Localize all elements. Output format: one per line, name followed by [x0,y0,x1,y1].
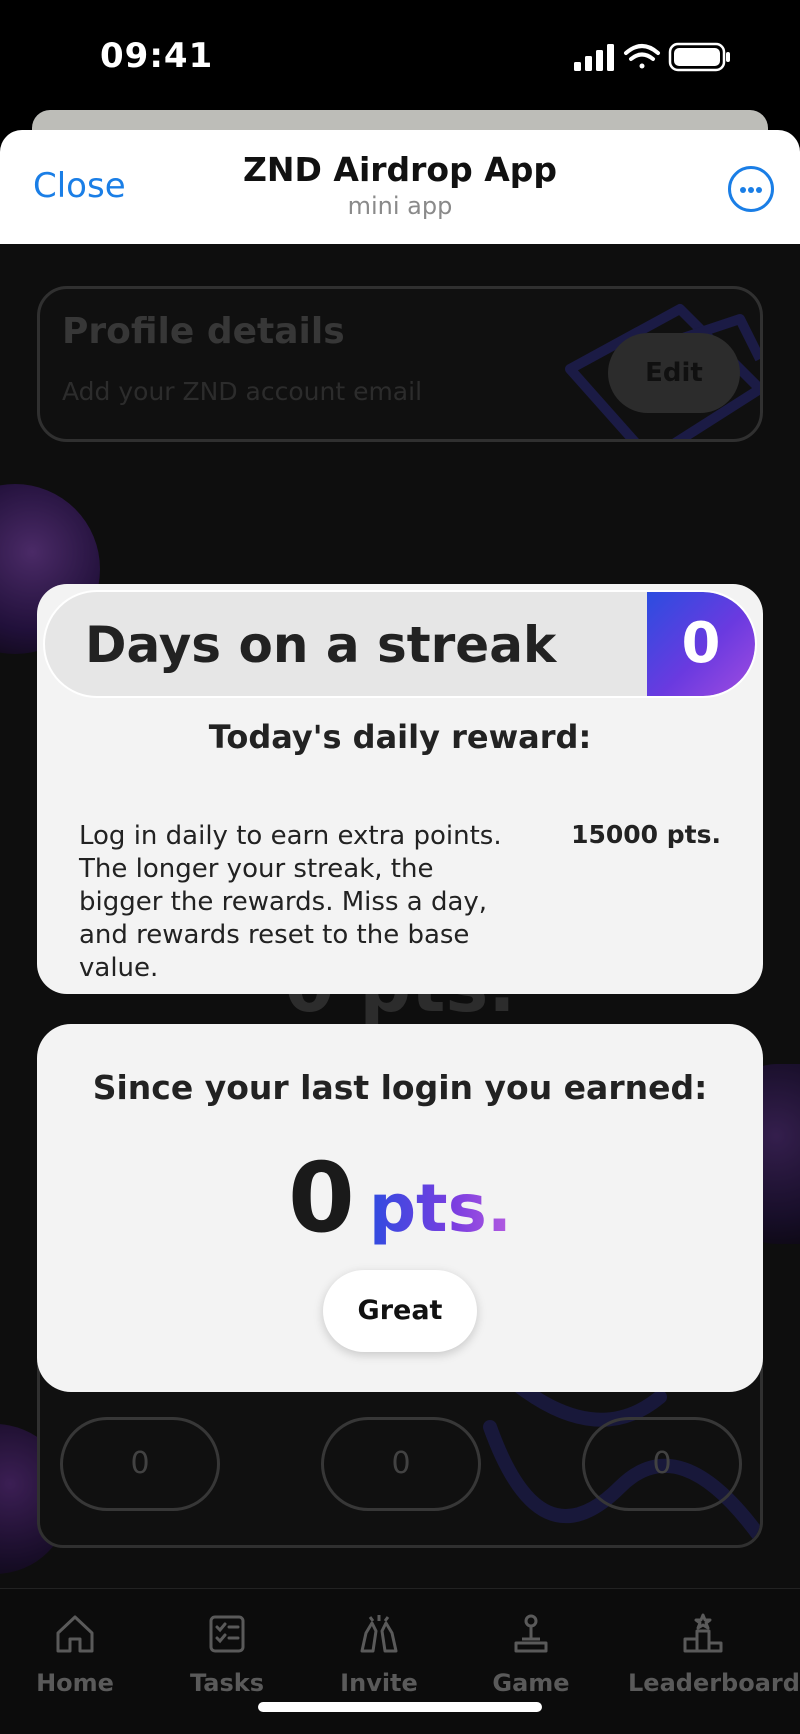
status-icons [574,42,730,72]
mini-app-header: Close ZND Airdrop App mini app [0,130,800,244]
home-indicator[interactable] [258,1702,542,1712]
tab-home[interactable]: Home [0,1611,150,1711]
wifi-icon [624,44,660,69]
tab-game[interactable]: Game [456,1611,606,1711]
streak-days-badge: 0 [647,592,755,696]
tab-label: Leaderboard [628,1669,800,1697]
signal-icon [574,44,614,71]
tab-leaderboard[interactable]: Leaderboard [628,1611,800,1711]
streak-header: Days on a streak 0 [43,590,757,698]
earned-points: 0 pts. [37,1142,763,1254]
streak-modal: Days on a streak 0 Today's daily reward:… [37,584,763,994]
great-button[interactable]: Great [323,1270,477,1352]
daily-reward-title: Today's daily reward: [208,718,592,756]
tab-label: Invite [340,1669,418,1697]
battery-icon [668,42,730,72]
tab-label: Tasks [189,1669,264,1697]
more-options-icon[interactable] [728,166,774,212]
bottom-tab-bar: Home Tasks Invite Game Leaderboard [0,1588,800,1734]
tab-invite[interactable]: Invite [304,1611,454,1711]
tab-tasks[interactable]: Tasks [152,1611,302,1711]
invite-icon [360,1615,398,1653]
daily-reward-points: 15000 pts. [571,820,721,849]
app-title: ZND Airdrop App [242,150,557,189]
daily-reward-description: Log in daily to earn extra points. The l… [79,821,502,983]
earned-value: 0 [288,1142,355,1254]
app-subtitle: mini app [347,192,453,220]
status-time: 09:41 [100,36,214,76]
home-icon [56,1615,94,1653]
status-bar: 09:41 [0,0,800,110]
tab-label: Game [492,1669,570,1697]
joystick-icon [514,1614,548,1653]
streak-title: Days on a streak [85,616,557,674]
tab-label: Home [36,1669,114,1697]
login-reward-modal: Since your last login you earned: 0 pts. … [37,1024,763,1392]
login-reward-title: Since your last login you earned: [92,1068,708,1107]
leaderboard-icon [683,1613,723,1653]
earned-unit: pts. [368,1170,512,1247]
tasks-icon [209,1615,245,1653]
